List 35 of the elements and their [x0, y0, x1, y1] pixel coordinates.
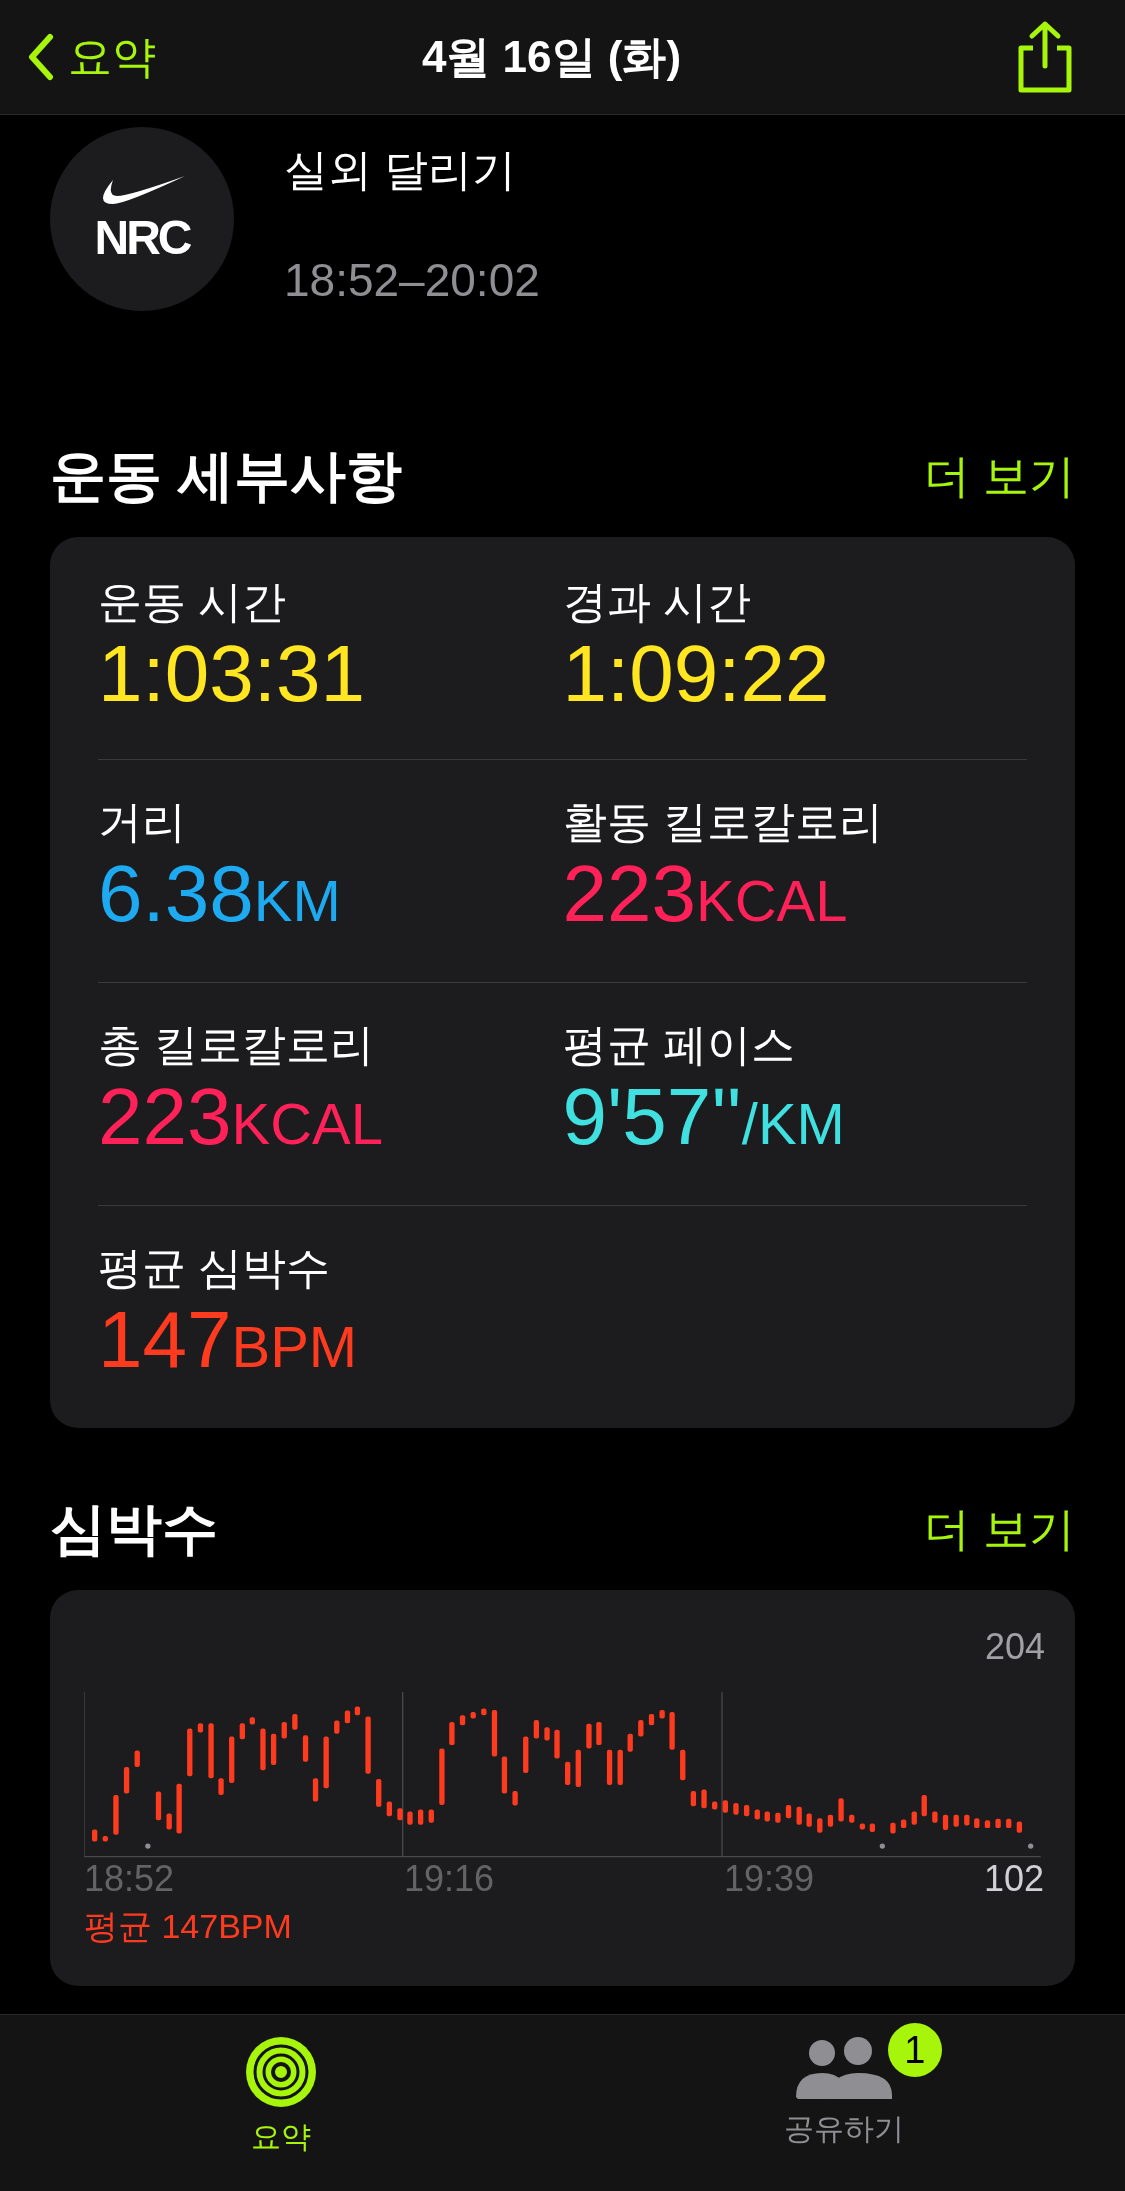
metric-label: 운동 시간	[98, 576, 288, 628]
workout-title: 실외 달리기	[284, 144, 518, 196]
more-link[interactable]: 더 보기	[924, 1499, 1075, 1561]
more-link[interactable]: 더 보기	[924, 446, 1075, 508]
metric-value: 147BPM	[98, 1293, 359, 1386]
activity-rings-icon	[246, 2037, 317, 2107]
axis-max-label: 204	[983, 1626, 1045, 1668]
nav-title: 4월 16일 (화)	[421, 30, 682, 83]
metric-value: 223KCAL	[98, 1070, 384, 1163]
workout-time: 18:52–20:02	[284, 253, 540, 307]
metric-label: 총 킬로칼로리	[98, 1018, 376, 1071]
section-title: 운동 세부사항	[50, 443, 402, 509]
time-label: 18:52	[84, 1858, 176, 1900]
metric-value: 1:09:22	[562, 628, 831, 720]
metric-label: 거리	[98, 795, 187, 848]
metric-value: 6.38KM	[98, 847, 342, 940]
people-icon	[795, 2037, 892, 2099]
metric-value: 9'57''/KM	[562, 1070, 846, 1163]
metric-value: 223KCAL	[562, 847, 849, 940]
tab[interactable]: 요약	[0, 2015, 563, 2191]
metric-label: 활동 킬로칼로리	[562, 795, 884, 848]
metric-label: 평균 심박수	[98, 1241, 332, 1294]
notification-badge: 1	[887, 2023, 942, 2077]
tab[interactable]: 1 공유하기	[562, 2015, 1125, 2191]
chevron-left-icon	[28, 33, 54, 81]
metric-label: 평균 페이스	[562, 1018, 796, 1071]
average-label: 평균 147BPM	[84, 1906, 293, 1947]
metric-value: 1:03:31	[98, 628, 366, 720]
axis-min-label: 102	[983, 1858, 1044, 1900]
metric-label: 경과 시간	[562, 576, 752, 628]
back-button[interactable]: 요약	[28, 27, 156, 87]
section-title: 심박수	[50, 1496, 218, 1562]
time-label: 19:16	[404, 1858, 496, 1900]
app-logo: NRC	[50, 127, 234, 311]
time-label: 19:39	[724, 1858, 815, 1900]
